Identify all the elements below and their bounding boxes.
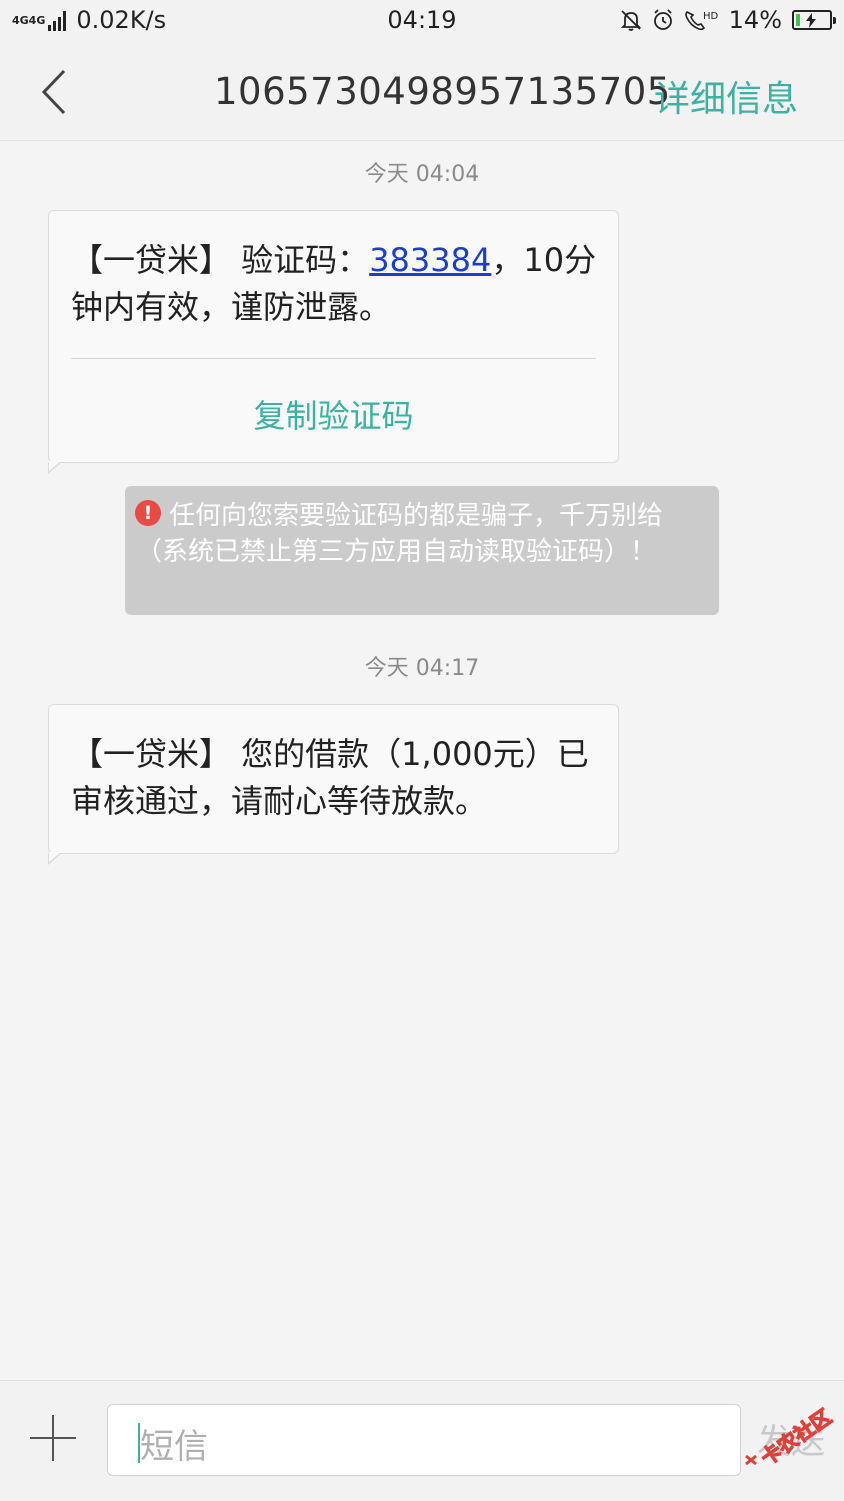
message-bubble-loan[interactable]: 【一贷米】 您的借款（1,000元）已审核通过，请耐心等待放款。 [48,704,619,865]
security-warning: ! 任何向您索要验证码的都是骗子，千万别给（系统已禁止第三方应用自动读取验证码）… [125,486,719,615]
bell-muted-icon [620,10,641,31]
hd-label: HD [703,11,719,22]
sms-input[interactable]: 短信 [107,1404,741,1476]
message-text: 【一贷米】 验证码：383384，10分钟内有效，谨防泄露。 [71,237,600,331]
chevron-left-icon [41,69,66,115]
copy-code-button[interactable]: 复制验证码 [49,391,618,437]
status-bar: 4G4G 0.02K/s 04:19 HD 14% [0,0,844,44]
message-prefix: 【一贷米】 验证码： [71,241,370,279]
watermark-logo: 卡农社区 [745,1404,836,1471]
sender-number: 1065730498957135705 [214,70,671,113]
hd-call-icon: HD [684,11,719,31]
message-timestamp: 今天 04:17 [364,656,480,681]
charging-icon [806,13,816,28]
warning-text: 任何向您索要验证码的都是骗子，千万别给（系统已禁止第三方应用自动读取验证码）！ [136,501,664,567]
conversation-header: 1065730498957135705 详细信息 [0,44,844,141]
bubble-divider [71,358,596,359]
message-text: 【一贷米】 您的借款（1,000元）已审核通过，请耐心等待放款。 [71,735,589,820]
battery-percent: 14% [728,6,782,34]
status-right: HD 14% [611,6,836,34]
compose-bar: 短信 发送 [0,1380,844,1501]
add-attachment-button[interactable] [28,1413,78,1463]
bubble-tail [48,852,62,865]
battery-fill [796,14,800,26]
watermark-text: 卡农社区 [756,1404,835,1470]
bubble-tail [48,461,62,474]
back-button[interactable] [26,64,82,120]
alarm-icon [653,9,672,30]
message-timestamp: 今天 04:04 [364,162,480,187]
input-placeholder: 短信 [140,1427,208,1467]
verification-code-link[interactable]: 383384 [369,241,491,279]
message-bubble-verification[interactable]: 【一贷米】 验证码：383384，10分钟内有效，谨防泄露。 复制验证码 [48,210,619,474]
battery-icon [792,10,836,30]
details-button[interactable]: 详细信息 [654,70,798,122]
